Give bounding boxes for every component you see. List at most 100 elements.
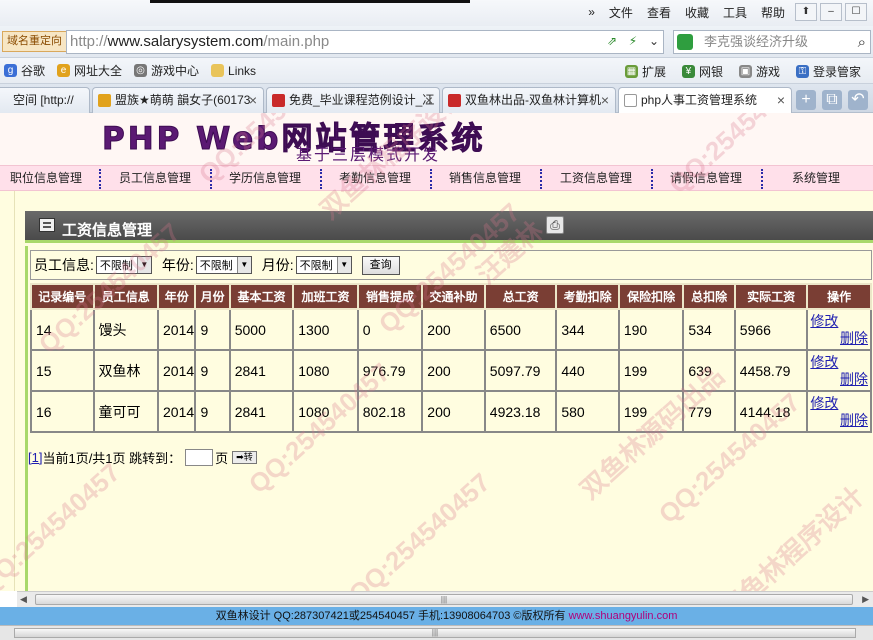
cell-actions: 修改 删除 [806,308,872,351]
edit-link[interactable]: 修改 [810,313,870,330]
page-link[interactable]: [1] [28,450,42,465]
grid-icon: ▦ [624,64,638,78]
maximize-button[interactable]: ☐ [845,3,867,21]
close-icon[interactable]: × [601,88,609,112]
favorite-google[interactable]: g 谷歌 [4,62,45,79]
undo-icon[interactable]: ↶ [848,90,868,110]
table-row: 14 馒头 2014 9 5000 1300 0 200 6500 344 19… [30,308,872,351]
go-button[interactable]: ➡转 [232,451,257,464]
favorite-label: Links [228,63,257,78]
favorite-games[interactable]: ◎ 游戏中心 [134,62,199,79]
menu-view[interactable]: 查看 [640,4,678,21]
favorites-bar: g 谷歌 e 网址大全 ◎ 游戏中心 Links ▦ 扩展 ¥ 网银 ▣ 游戏 ⚿ 登录管家 [0,58,873,84]
menu-chevron-icon[interactable]: » [581,5,602,19]
col-header: 加班工资 [292,283,359,310]
nav-employee[interactable]: 员工信息管理 [119,166,191,190]
edit-link[interactable]: 修改 [810,354,870,371]
menu-help[interactable]: 帮助 [754,4,792,21]
nav-leave[interactable]: 请假信息管理 [670,166,742,190]
search-engine-icon[interactable] [677,34,693,50]
scroll-thumb[interactable]: ||| [35,594,853,605]
cell-base: 2841 [228,390,295,433]
chevron-down-icon[interactable]: ▼ [336,257,351,273]
cell-actual: 5966 [733,308,809,351]
favorite-sites[interactable]: e 网址大全 [57,62,122,79]
nav-divider [430,169,432,189]
close-icon[interactable]: × [425,88,433,112]
footer-site-link[interactable]: www.shuangyulin.com [569,610,678,622]
scroll-left-icon[interactable]: ◀ [20,594,27,605]
cell-commission: 0 [356,308,424,351]
site-footer: 双鱼林设计 QQ:287307421或254540457 手机:13908064… [0,607,873,625]
tab-4-active[interactable]: php人事工资管理系统 × [618,87,792,113]
delete-link[interactable]: 删除 [810,371,870,388]
lightning-icon[interactable]: ⚡ [626,34,640,48]
outer-scroll-thumb[interactable]: ||| [14,628,856,638]
page-jump-input[interactable] [185,449,214,466]
search-icon[interactable]: ⌕ [858,32,866,54]
cell-insurance-deduct: 190 [617,308,685,351]
tab-2[interactable]: 免费_毕业课程范例设计_冮 × [266,87,440,113]
employee-select-value: 不限制 [99,260,133,272]
chevron-down-icon[interactable]: ▼ [236,257,251,273]
nav-position[interactable]: 职位信息管理 [10,166,82,190]
menu-favorites[interactable]: 收藏 [678,4,716,21]
window-icon[interactable]: ⧉ [822,90,842,110]
nav-salary[interactable]: 工资信息管理 [560,166,632,190]
month-select[interactable]: 不限制 ▼ [295,256,352,274]
tab-label: 免费_毕业课程范例设计_冮 [289,93,435,107]
outer-scrollbar[interactable]: ||| [0,625,873,640]
horizontal-scrollbar[interactable]: ◀ ||| ▶ [17,591,873,607]
nav-attendance[interactable]: 考勤信息管理 [339,166,411,190]
menu-file[interactable]: 文件 [602,4,640,21]
tab-1[interactable]: 盟族★萌萌 韻女子(60173 × [92,87,264,113]
cell-total-deduct: 639 [682,349,736,392]
footer-text: 双鱼林设计 QQ:287307421或254540457 手机:13908064… [215,610,569,622]
nav-sales[interactable]: 销售信息管理 [449,166,521,190]
cell-commission: 802.18 [356,390,424,433]
chevron-down-icon[interactable]: ⌄ [647,34,661,48]
table-header-row: 记录编号 员工信息 年份 月份 基本工资 加班工资 销售提成 交通补助 总工资 … [30,283,872,310]
delete-link[interactable]: 删除 [810,330,870,347]
ebank-button[interactable]: ¥ 网银 [681,63,723,80]
nav-divider [210,169,212,189]
minimize-button[interactable]: – [820,3,842,21]
close-icon[interactable]: × [249,88,257,112]
cell-employee: 馒头 [92,308,160,351]
url-input[interactable]: http://www.salarysystem.com/main.php [66,30,664,54]
scroll-right-icon[interactable]: ▶ [862,594,869,605]
employee-select[interactable]: 不限制 ▼ [95,256,152,274]
tab-0[interactable]: 空间 [http:// [0,87,90,113]
share-icon[interactable]: ⇗ [605,34,619,48]
login-manager-button[interactable]: ⚿ 登录管家 [795,63,861,80]
print-icon[interactable]: ⎙ [546,216,564,234]
edit-link[interactable]: 修改 [810,395,870,412]
cell-overtime: 1300 [292,308,359,351]
chevron-down-icon[interactable]: ▼ [136,257,151,273]
browser-title-bar: » 文件 查看 收藏 工具 帮助 ⬆ – ☐ [0,0,873,26]
games-button[interactable]: ▣ 游戏 [738,63,780,80]
extensions-button[interactable]: ▦ 扩展 [624,63,666,80]
url-prefix: http:// [70,33,108,50]
query-button[interactable]: 查询 [361,255,400,275]
delete-link[interactable]: 删除 [810,412,870,429]
close-icon[interactable]: × [777,88,785,112]
col-header: 操作 [806,283,872,310]
new-tab-icon[interactable]: + [796,90,816,110]
year-select[interactable]: 不限制 ▼ [195,256,252,274]
cell-total-deduct: 534 [682,308,736,351]
nav-system[interactable]: 系统管理 [792,166,840,190]
menu-tools[interactable]: 工具 [716,4,754,21]
search-box[interactable]: 李克强谈经济升级 ⌕ [673,30,871,54]
favorite-label: 扩展 [641,64,666,79]
main-nav: 职位信息管理 员工信息管理 学历信息管理 考勤信息管理 销售信息管理 工资信息管… [0,165,873,191]
favorite-links[interactable]: Links [211,64,256,78]
nav-divider [540,169,542,189]
pin-icon[interactable]: ⬆ [795,3,817,21]
redirect-badge[interactable]: 域名重定向 [2,31,67,52]
col-header: 记录编号 [30,283,95,310]
nav-education[interactable]: 学历信息管理 [229,166,301,190]
tab-3[interactable]: 双鱼林出品-双鱼林计算机 × [442,87,616,113]
favorite-label: 谷歌 [21,64,46,78]
cell-insurance-deduct: 199 [617,390,685,433]
